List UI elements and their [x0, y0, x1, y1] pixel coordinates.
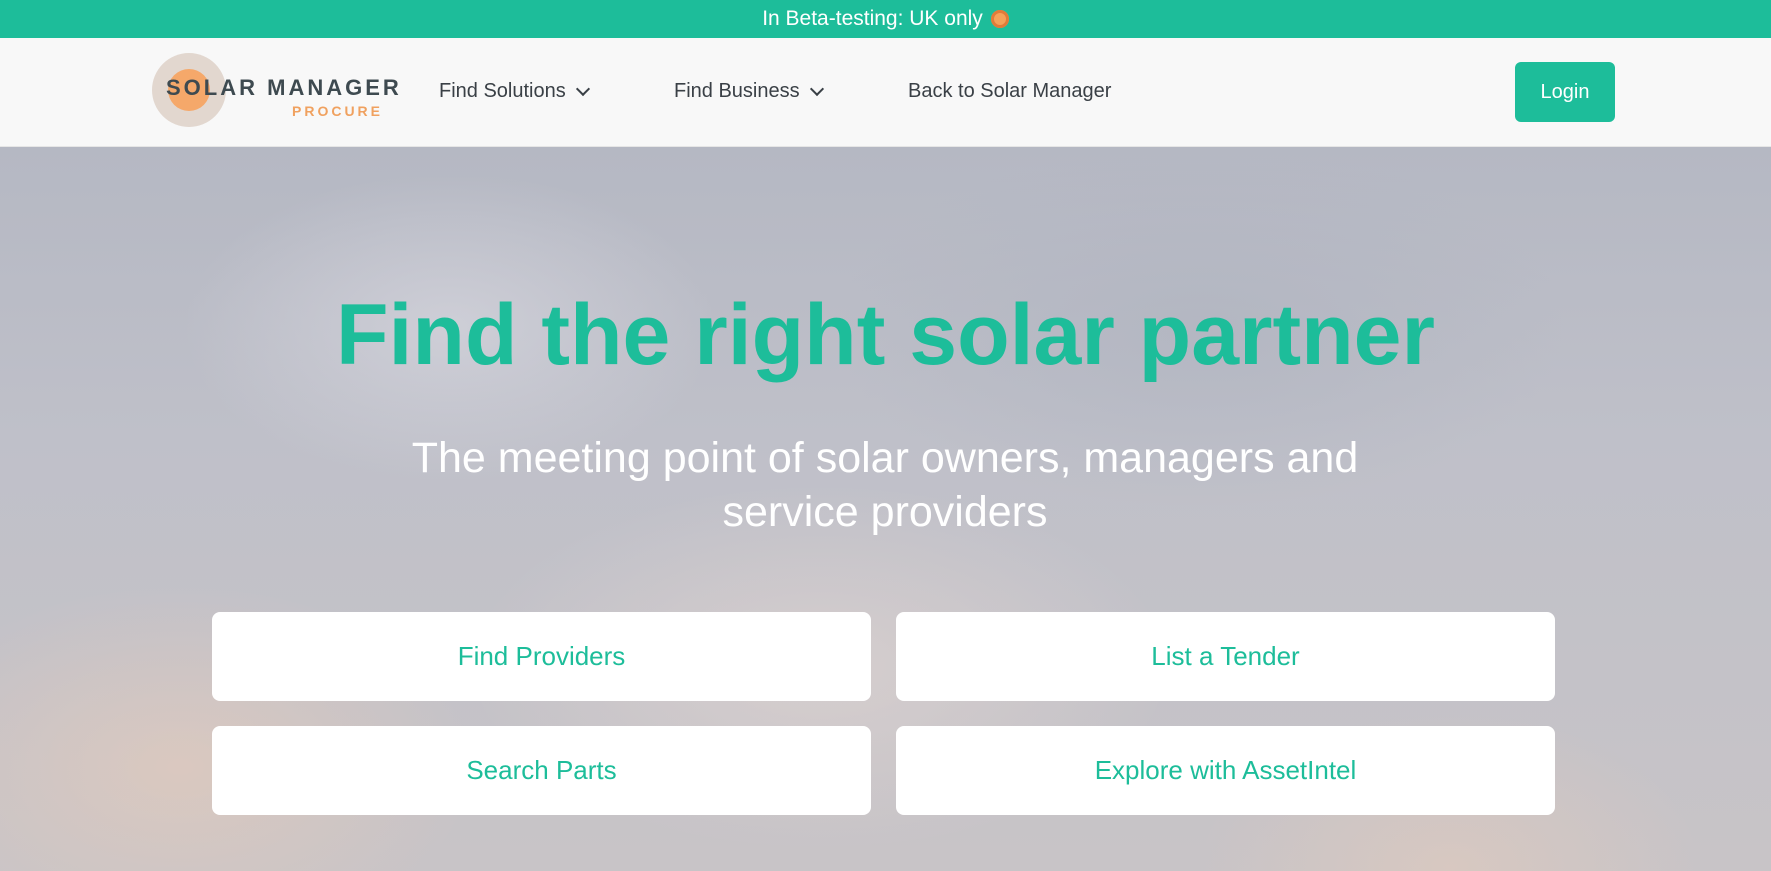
hero-subheadline: The meeting point of solar owners, manag…	[335, 431, 1435, 539]
list-tender-button[interactable]: List a Tender	[896, 612, 1555, 701]
find-providers-button[interactable]: Find Providers	[212, 612, 871, 701]
brand-subname: PROCURE	[292, 103, 384, 119]
hero-section: Find the right solar partner The meeting…	[0, 147, 1771, 871]
nav-back-to-solar-manager[interactable]: Back to Solar Manager	[908, 80, 1111, 103]
nav-find-solutions[interactable]: Find Solutions	[439, 80, 590, 103]
top-navigation: SOLAR MANAGER PROCURE Find Solutions Fin…	[0, 38, 1771, 147]
nav-find-business-label: Find Business	[674, 80, 800, 102]
chevron-down-icon	[575, 81, 590, 97]
sun-icon	[990, 10, 1009, 28]
brand-name: SOLAR MANAGER	[166, 75, 402, 100]
login-button[interactable]: Login	[1515, 62, 1615, 122]
beta-banner: In Beta-testing: UK only	[0, 0, 1771, 38]
brand-logo[interactable]: SOLAR MANAGER PROCURE	[152, 53, 399, 127]
chevron-down-icon	[809, 81, 824, 97]
beta-banner-text: In Beta-testing: UK only	[762, 7, 983, 30]
nav-find-business[interactable]: Find Business	[674, 80, 824, 103]
hero-subheadline-line-1: The meeting point of solar owners, manag…	[411, 434, 1359, 482]
hero-subheadline-line-2: service providers	[722, 488, 1048, 536]
search-parts-button[interactable]: Search Parts	[212, 726, 871, 815]
nav-back-label: Back to Solar Manager	[908, 80, 1112, 102]
explore-assetintel-button[interactable]: Explore with AssetIntel	[896, 726, 1555, 815]
hero-headline: Find the right solar partner	[336, 287, 1435, 383]
nav-find-solutions-label: Find Solutions	[439, 80, 566, 102]
